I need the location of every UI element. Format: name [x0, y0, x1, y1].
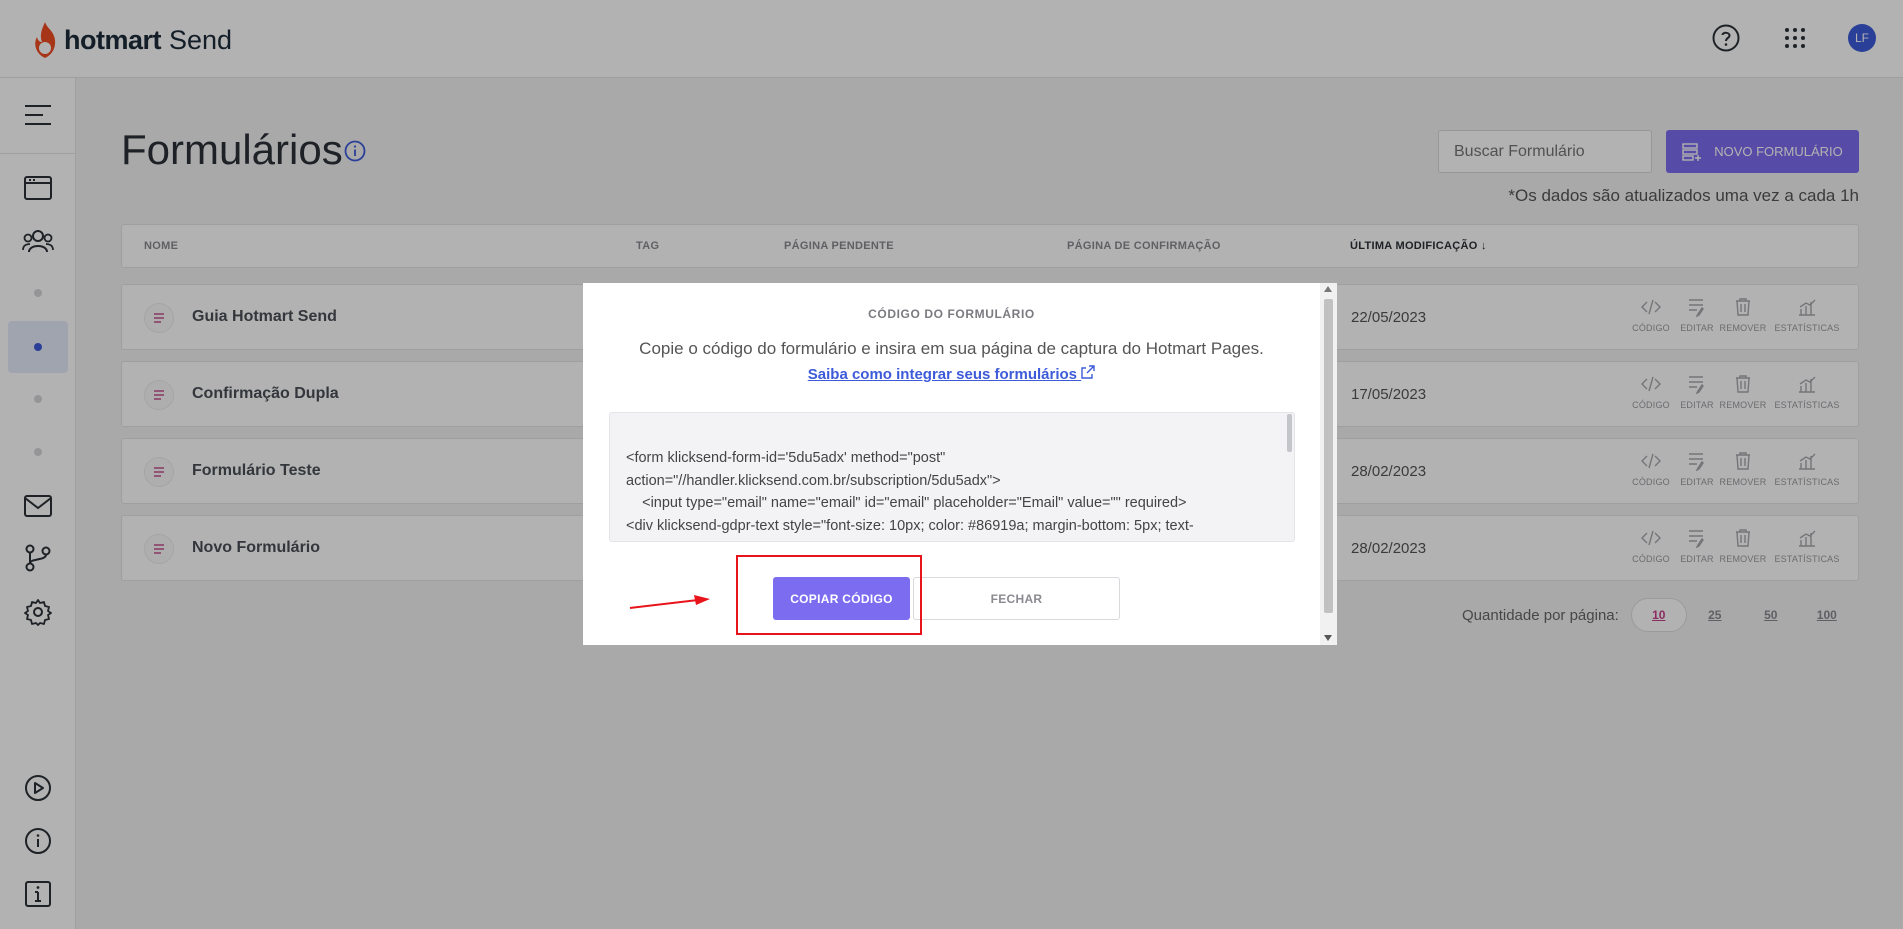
close-button[interactable]: FECHAR	[913, 577, 1120, 620]
modal-scrollbar[interactable]	[1320, 283, 1337, 645]
form-code-textarea[interactable]: <form klicksend-form-id='5du5adx' method…	[609, 412, 1295, 542]
scroll-up-icon[interactable]	[1324, 286, 1332, 292]
integration-help-link[interactable]: Saiba como integrar seus formulários	[583, 365, 1320, 383]
scrollbar-thumb[interactable]	[1324, 299, 1333, 613]
code-scrollbar[interactable]	[1287, 414, 1292, 452]
annotation-arrow-icon	[629, 595, 710, 609]
scroll-down-icon[interactable]	[1324, 635, 1332, 641]
modal-title: CÓDIGO DO FORMULÁRIO	[868, 307, 1035, 321]
integration-help-link-label: Saiba como integrar seus formulários	[807, 366, 1078, 383]
highlight-box	[736, 555, 922, 635]
modal-description: Copie o código do formulário e insira em…	[639, 339, 1264, 358]
external-link-icon	[1081, 365, 1095, 379]
form-code-modal: CÓDIGO DO FORMULÁRIO Copie o código do f…	[583, 283, 1337, 645]
